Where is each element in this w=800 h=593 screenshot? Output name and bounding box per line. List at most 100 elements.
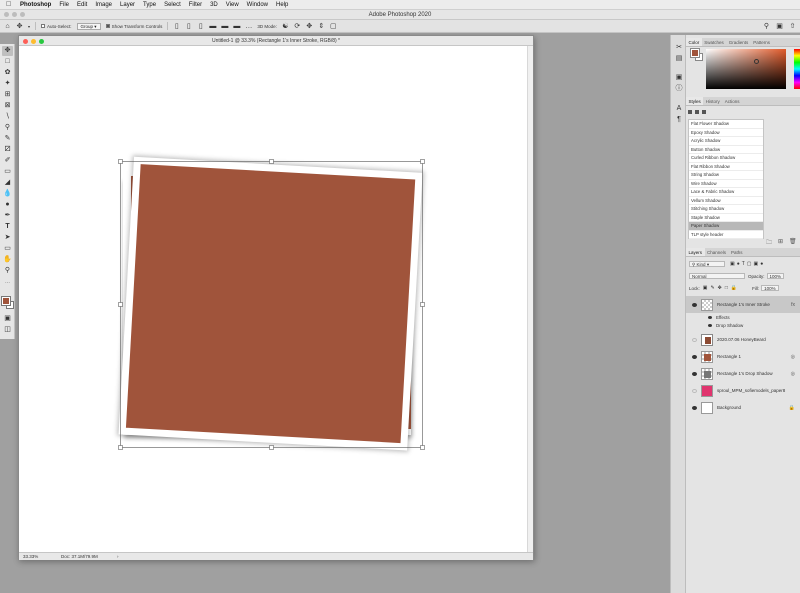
delete-style-icon[interactable]: 🗑: [789, 238, 797, 248]
blur-tool-icon[interactable]: 💧: [2, 189, 13, 199]
layer-name[interactable]: Background: [717, 405, 789, 410]
menu-file[interactable]: File: [59, 2, 69, 8]
styles-view-icon[interactable]: [695, 110, 699, 114]
share-icon[interactable]: ⇧: [789, 23, 796, 30]
auto-select-checkbox[interactable]: Auto-Select:: [41, 24, 72, 29]
style-item[interactable]: Staple Shadow: [689, 214, 763, 222]
layer-name[interactable]: Rectangle 1's Drop Shadow: [717, 371, 791, 376]
style-item[interactable]: Flat Ribbon Shadow: [689, 163, 763, 171]
menu-image[interactable]: Image: [95, 2, 112, 8]
drop-shadow-eye-icon[interactable]: [708, 323, 712, 327]
align-middle-icon[interactable]: ▬: [221, 23, 228, 30]
frame-tool-icon[interactable]: ⊠: [2, 101, 13, 111]
character-icon[interactable]: A: [674, 104, 684, 113]
menu-select[interactable]: Select: [164, 2, 181, 8]
style-item[interactable]: Acrylic Shadow: [689, 137, 763, 146]
clone-stamp-tool-icon[interactable]: ⚂: [2, 145, 13, 155]
zoom-level[interactable]: 33.33%: [23, 553, 38, 560]
rectangle-tool-icon[interactable]: ▭: [2, 244, 13, 254]
color-picker-cursor[interactable]: [754, 59, 759, 64]
canvas[interactable]: [19, 46, 533, 552]
preset-dropdown-icon[interactable]: ▾: [28, 24, 30, 29]
brush-tool-icon[interactable]: ✎: [2, 134, 13, 144]
style-item[interactable]: Epoxy Shadow: [689, 129, 763, 137]
visibility-eye-icon[interactable]: [692, 337, 697, 342]
auto-select-dropdown[interactable]: Group ▾: [76, 22, 101, 30]
tab-layers[interactable]: Layers: [686, 248, 705, 256]
history-brush-tool-icon[interactable]: ✐: [2, 156, 13, 166]
dodge-tool-icon[interactable]: ●: [2, 200, 13, 210]
layer-name[interactable]: Rectangle 1: [717, 354, 791, 359]
transform-handle[interactable]: [420, 445, 425, 450]
adjustments-icon[interactable]: ▣: [674, 73, 684, 82]
layer-row[interactable]: Rectangle 1 ◎: [686, 348, 800, 365]
styles-view-icon[interactable]: [688, 110, 692, 114]
style-item[interactable]: TLP style header: [689, 231, 763, 239]
fx-badge[interactable]: fx: [791, 302, 795, 308]
effects-eye-icon[interactable]: [708, 315, 712, 319]
layer-name[interactable]: sproul_MPM_sofiemodels_paper8: [717, 388, 800, 393]
show-transform-checkbox[interactable]: Show Transform Controls: [105, 24, 162, 29]
layer-name[interactable]: 2020.07.06 HoneyBeard: [717, 337, 800, 342]
layer-filter-icons[interactable]: ▣●T▢▣●: [730, 261, 765, 267]
layer-effect-row[interactable]: Drop Shadow: [686, 321, 800, 329]
style-item[interactable]: Lace & Fabric Shadow: [689, 188, 763, 197]
layer-row-selected[interactable]: Rectangle 1's Inner Stroke fx: [686, 296, 800, 313]
menu-window[interactable]: Window: [247, 2, 268, 8]
layer-row[interactable]: Rectangle 1's Drop Shadow ◎: [686, 365, 800, 382]
tab-swatches[interactable]: Swatches: [702, 38, 727, 46]
blend-mode-dropdown[interactable]: Normal: [689, 273, 745, 279]
foreground-color-swatch[interactable]: [1, 296, 11, 306]
layer-link-icon[interactable]: ◎: [791, 371, 795, 377]
edit-toolbar-icon[interactable]: ⋯: [2, 278, 13, 288]
3d-scale-icon[interactable]: ▢: [330, 23, 337, 30]
style-item-selected[interactable]: Paper Shadow: [689, 222, 763, 231]
hand-tool-icon[interactable]: ✋: [2, 255, 13, 265]
align-bottom-icon[interactable]: ▬: [233, 23, 240, 30]
transform-handle[interactable]: [269, 445, 274, 450]
visibility-eye-icon[interactable]: [692, 354, 697, 359]
minimize-window-button[interactable]: [31, 38, 36, 44]
style-item[interactable]: Flat Flower Shadow: [689, 120, 763, 129]
marquee-tool-icon[interactable]: □: [2, 57, 13, 67]
tab-styles[interactable]: Styles: [686, 97, 704, 105]
align-left-icon[interactable]: ▯: [173, 23, 180, 30]
zoom-window-button[interactable]: [39, 38, 44, 44]
magic-wand-tool-icon[interactable]: ✦: [2, 79, 13, 89]
opacity-field[interactable]: 100%: [766, 273, 785, 279]
lasso-tool-icon[interactable]: ✿: [2, 68, 13, 78]
visibility-eye-icon[interactable]: [692, 302, 697, 307]
tab-history[interactable]: History: [703, 97, 722, 105]
tools-preset-icon[interactable]: ✂: [674, 43, 684, 52]
menu-3d[interactable]: 3D: [210, 2, 218, 8]
transform-handle[interactable]: [118, 302, 123, 307]
styles-view-icon[interactable]: [702, 110, 706, 114]
transform-handle[interactable]: [269, 159, 274, 164]
new-group-icon[interactable]: 🗀: [766, 238, 772, 248]
color-picker-field[interactable]: [706, 49, 786, 89]
pen-tool-icon[interactable]: ✒: [2, 211, 13, 221]
info-icon[interactable]: ⓘ: [674, 84, 684, 93]
document-size[interactable]: Doc: 37.1M/79.9M: [61, 553, 98, 560]
3d-orbit-icon[interactable]: ☯: [282, 23, 289, 30]
eraser-tool-icon[interactable]: ▭: [2, 167, 13, 177]
path-selection-tool-icon[interactable]: ➤: [2, 233, 13, 243]
tab-color[interactable]: Color: [686, 38, 702, 46]
menu-edit[interactable]: Edit: [77, 2, 87, 8]
visibility-eye-icon[interactable]: [692, 371, 697, 376]
transform-handle[interactable]: [420, 159, 425, 164]
paragraph-icon[interactable]: ¶: [674, 115, 684, 124]
style-item[interactable]: Vellum Shadow: [689, 197, 763, 205]
tab-paths[interactable]: Paths: [729, 248, 746, 256]
tab-channels[interactable]: Channels: [705, 248, 729, 256]
layer-row[interactable]: sproul_MPM_sofiemodels_paper8: [686, 382, 800, 399]
style-item[interactable]: String Shadow: [689, 171, 763, 180]
transform-handle[interactable]: [118, 159, 123, 164]
status-menu-arrow-icon[interactable]: ›: [117, 553, 119, 560]
type-tool-icon[interactable]: T: [2, 222, 13, 232]
gradient-tool-icon[interactable]: ◢: [2, 178, 13, 188]
close-window-button[interactable]: [23, 38, 28, 44]
menu-filter[interactable]: Filter: [189, 2, 202, 8]
menu-photoshop[interactable]: Photoshop: [20, 2, 51, 8]
zoom-tool-icon[interactable]: ⚲: [2, 266, 13, 276]
